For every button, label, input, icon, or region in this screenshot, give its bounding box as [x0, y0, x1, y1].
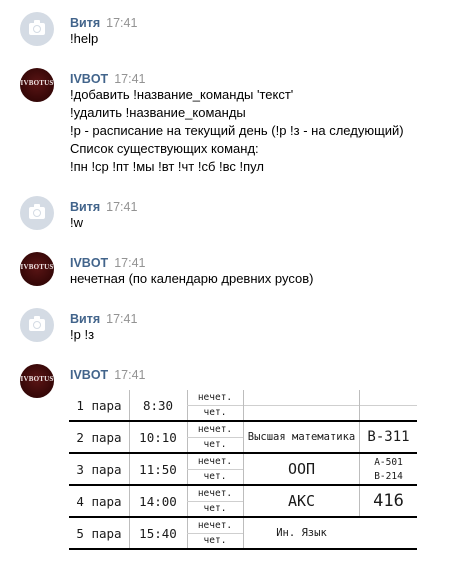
pair-number: 2 пара	[76, 429, 122, 445]
message-time[interactable]: 17:41	[106, 16, 137, 30]
bot-logo-text: IVBOTUS	[20, 79, 54, 87]
subject: ООП	[287, 460, 316, 478]
message-time[interactable]: 17:41	[114, 72, 145, 86]
even-week-label: чет.	[203, 439, 227, 450]
message-body: !р !з	[70, 326, 94, 344]
room: 416	[373, 491, 404, 511]
message-time[interactable]: 17:41	[106, 312, 137, 326]
message-header: Витя 17:41	[70, 196, 137, 214]
message-header: IVBOT 17:41	[70, 68, 145, 86]
schedule-row: 4 пара 14:00 нечет. чет. АКС 416	[69, 486, 417, 518]
pair-number: 5 пара	[76, 525, 122, 541]
room: В-311	[367, 429, 410, 445]
pair-time: 8:30	[142, 397, 174, 413]
message-time[interactable]: 17:41	[114, 256, 145, 270]
odd-week-label: нечет.	[197, 424, 233, 435]
schedule-row: 3 пара 11:50 нечет. чет. ООП А-501 В-214	[69, 454, 417, 486]
odd-week-label: нечет.	[197, 488, 233, 499]
schedule-row: 2 пара 10:10 нечет. чет. Высшая математи…	[69, 422, 417, 454]
author-name[interactable]: Витя	[70, 312, 100, 326]
camera-icon	[29, 20, 45, 35]
bot-logo-text: IVBOTUS	[20, 375, 54, 383]
message-body: !help	[70, 30, 98, 48]
odd-week-label: нечет.	[197, 456, 233, 467]
even-week-label: чет.	[203, 471, 227, 482]
user-avatar[interactable]	[20, 308, 54, 342]
subject: Высшая математика	[247, 431, 356, 443]
subject: Ин. Язык	[276, 527, 327, 539]
bot-avatar[interactable]: IVBOTUS	[20, 68, 54, 102]
message-text: нечетная (по календарю древних русов)	[70, 271, 314, 286]
even-week-label: чет.	[203, 407, 227, 418]
camera-icon	[29, 204, 45, 219]
message-text: Список существующих команд:	[70, 141, 259, 156]
user-avatar[interactable]	[20, 12, 54, 46]
author-name[interactable]: IVBOT	[70, 72, 108, 86]
even-week-label: чет.	[203, 535, 227, 546]
pair-time: 14:00	[139, 493, 177, 509]
pair-time: 10:10	[139, 429, 177, 445]
message-time[interactable]: 17:41	[106, 200, 137, 214]
odd-week-label: нечет.	[197, 520, 233, 531]
message-text: !р - расписание на текущий день (!р !з -…	[70, 123, 404, 138]
schedule-row: 1 пара 8:30 нечет. чет.	[69, 390, 417, 422]
message-text: !w	[70, 215, 83, 230]
message-text: !добавить !название_команды 'текст'	[70, 87, 294, 102]
message-body: !добавить !название_команды 'текст' !уда…	[70, 86, 404, 176]
message-header: IVBOT 17:41	[70, 364, 145, 382]
message-header: Витя 17:41	[70, 12, 137, 30]
schedule-row: 5 пара 15:40 нечет. чет. Ин. Язык	[69, 518, 417, 550]
bot-logo-text: IVBOTUS	[20, 263, 54, 271]
camera-icon	[29, 316, 45, 331]
pair-time: 11:50	[139, 461, 177, 477]
message-header: Витя 17:41	[70, 308, 137, 326]
odd-week-label: нечет.	[197, 392, 233, 403]
author-name[interactable]: IVBOT	[70, 368, 108, 382]
bot-avatar[interactable]: IVBOTUS	[20, 252, 54, 286]
pair-number: 1 пара	[76, 397, 122, 413]
message-text: !р !з	[70, 327, 95, 342]
schedule-image[interactable]: 1 пара 8:30 нечет. чет. 2 пара 10:10 неч…	[69, 390, 417, 550]
subject: АКС	[287, 492, 316, 510]
room-odd: А-501	[374, 456, 403, 468]
pair-time: 15:40	[139, 525, 177, 541]
author-name[interactable]: Витя	[70, 200, 100, 214]
message-text: !help	[70, 31, 99, 46]
message-text: !удалить !название_команды	[70, 105, 246, 120]
author-name[interactable]: Витя	[70, 16, 100, 30]
user-avatar[interactable]	[20, 196, 54, 230]
even-week-label: чет.	[203, 503, 227, 514]
pair-number: 3 пара	[76, 461, 122, 477]
message-text: !пн !ср !пт !мы !вт !чт !сб !вс !пул	[70, 159, 264, 174]
message-time[interactable]: 17:41	[114, 368, 145, 382]
message-body: !w	[70, 214, 83, 232]
author-name[interactable]: IVBOT	[70, 256, 108, 270]
pair-number: 4 пара	[76, 493, 122, 509]
message-body: нечетная (по календарю древних русов)	[70, 270, 313, 288]
bot-avatar[interactable]: IVBOTUS	[20, 364, 54, 398]
message-header: IVBOT 17:41	[70, 252, 145, 270]
room-even: В-214	[374, 470, 403, 482]
